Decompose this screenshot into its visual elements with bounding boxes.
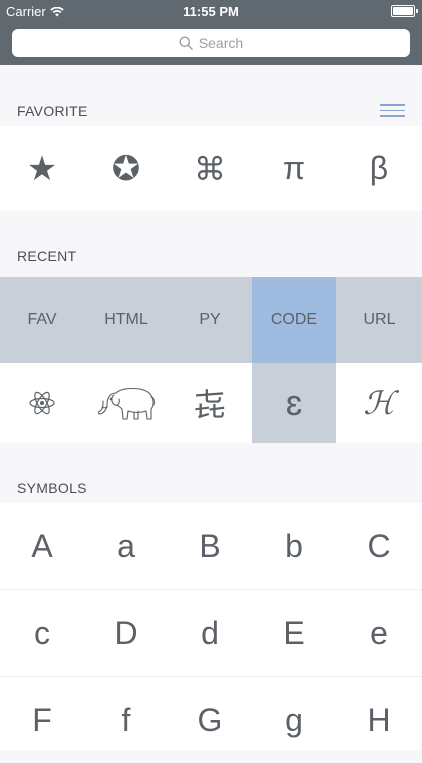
- status-bar: Carrier 11:55 PM: [0, 0, 422, 22]
- symbol-F[interactable]: F: [0, 677, 84, 763]
- favorite-header: FAVORITE: [17, 103, 88, 119]
- favorite-row: ★ ✪ ⌘ π β: [0, 126, 422, 211]
- favorite-pi[interactable]: π: [252, 126, 336, 211]
- symbol-C[interactable]: C: [337, 503, 421, 589]
- search-icon: [179, 36, 193, 50]
- symbol-b[interactable]: b: [252, 503, 336, 589]
- symbol-g[interactable]: g: [252, 677, 336, 763]
- favorite-star[interactable]: ★: [0, 126, 84, 211]
- favorite-command[interactable]: ⌘: [168, 126, 252, 211]
- tab-fav[interactable]: FAV: [0, 277, 84, 363]
- symbol-d[interactable]: d: [168, 590, 252, 676]
- category-tabs: FAV HTML PY CODE URL: [0, 277, 422, 363]
- search-placeholder: Search: [198, 35, 244, 51]
- symbol-D[interactable]: D: [84, 590, 168, 676]
- symbol-E[interactable]: E: [252, 590, 336, 676]
- recent-epsilon[interactable]: ɛ: [252, 363, 336, 443]
- search-field[interactable]: Search: [12, 29, 410, 57]
- symbol-c[interactable]: c: [0, 590, 84, 676]
- favorite-beta[interactable]: β: [337, 126, 421, 211]
- recent-atom[interactable]: [0, 363, 84, 443]
- favorite-circled-star[interactable]: ✪: [84, 126, 168, 211]
- symbol-f[interactable]: f: [84, 677, 168, 763]
- recent-script-h[interactable]: ℋ: [337, 363, 421, 443]
- status-time: 11:55 PM: [183, 4, 239, 19]
- symbols-grid: A a B b C c D d E e F f G g H: [0, 503, 422, 750]
- symbol-B[interactable]: B: [168, 503, 252, 589]
- symbol-A[interactable]: A: [0, 503, 84, 589]
- elephant-icon: [97, 387, 155, 420]
- symbol-e[interactable]: e: [337, 590, 421, 676]
- symbol-a[interactable]: a: [84, 503, 168, 589]
- battery-icon: [391, 5, 418, 17]
- tab-url[interactable]: URL: [337, 277, 422, 363]
- recent-elephant[interactable]: [84, 363, 168, 443]
- symbol-H[interactable]: H: [337, 677, 421, 763]
- recent-header: RECENT: [17, 248, 77, 264]
- recent-han-char[interactable]: 㐂: [168, 363, 252, 443]
- navigation-bar: Carrier 11:55 PM Search: [0, 0, 422, 65]
- recent-row: 㐂 ɛ ℋ: [0, 363, 422, 443]
- tab-py[interactable]: PY: [168, 277, 252, 363]
- tab-html[interactable]: HTML: [84, 277, 168, 363]
- symbol-G[interactable]: G: [168, 677, 252, 763]
- symbols-header: SYMBOLS: [17, 480, 87, 496]
- tab-code[interactable]: CODE: [252, 277, 336, 363]
- menu-icon[interactable]: [380, 104, 405, 117]
- atom-icon: [29, 391, 55, 415]
